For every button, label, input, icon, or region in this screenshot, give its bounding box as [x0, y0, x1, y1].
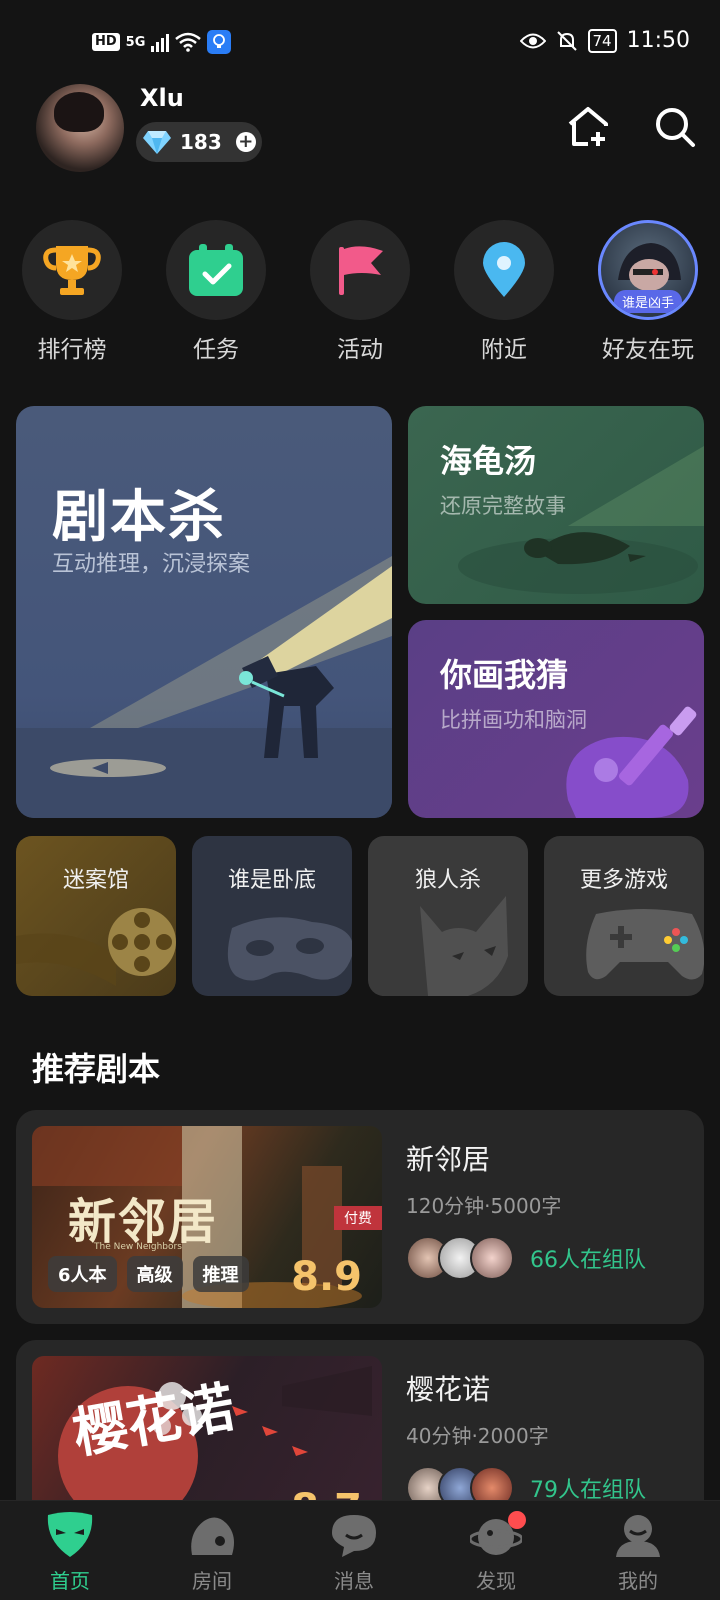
quick-entry-events[interactable]: 活动 — [310, 220, 410, 363]
game-card-werewolf[interactable]: 狼人杀 — [368, 836, 528, 996]
nav-discover[interactable]: 发现 — [446, 1511, 546, 1594]
nav-profile[interactable]: 我的 — [588, 1511, 688, 1594]
game-title: 海龟汤 — [440, 442, 537, 480]
game-subtitle: 还原完整故事 — [440, 494, 566, 518]
script-tag: 高级 — [126, 1256, 183, 1292]
task-calendar-icon — [189, 244, 243, 296]
game-label: 谁是卧底 — [227, 868, 316, 893]
quick-entry-friends-playing[interactable]: 谁是凶手 好友在玩 — [598, 220, 698, 363]
profile-icon — [612, 1511, 664, 1559]
quick-entry-label: 附近 — [481, 337, 527, 363]
bottom-nav: 首页 房间 消息 发现 我的 — [0, 1500, 720, 1600]
planet-icon — [468, 1511, 526, 1559]
script-card-new-neighbor[interactable]: 新邻居 The New Neighbors 付费 6人本 高级 推理 8.9 新… — [16, 1110, 704, 1324]
game-title: 你画我猜 — [440, 656, 569, 694]
nav-label: 房间 — [192, 1569, 232, 1593]
message-icon — [328, 1511, 380, 1559]
team-avatar — [470, 1236, 514, 1280]
nav-label: 我的 — [618, 1569, 658, 1593]
film-reel-icon — [16, 908, 176, 986]
status-left: HD 5G — [92, 30, 232, 54]
mask-home-icon — [44, 1511, 96, 1559]
nav-home[interactable]: 首页 — [20, 1511, 120, 1594]
bulb-icon — [207, 30, 232, 54]
game-card-more-games[interactable]: 更多游戏 — [544, 836, 704, 996]
notification-dot — [508, 1511, 526, 1529]
script-name: 樱花诺 — [406, 1373, 491, 1406]
network-indicator: 5G — [125, 34, 146, 50]
location-pin-icon — [483, 242, 525, 297]
game-card-turtle-soup[interactable]: 海龟汤 还原完整故事 — [408, 406, 704, 604]
gamepad-icon — [586, 909, 704, 980]
script-cover: 新邻居 The New Neighbors 付费 6人本 高级 推理 8.9 — [32, 1126, 382, 1308]
game-label: 狼人杀 — [414, 868, 481, 893]
game-title: 剧本杀 — [52, 485, 226, 550]
friend-game-badge: 谁是凶手 — [613, 290, 683, 313]
quick-entry-label: 活动 — [337, 337, 383, 363]
game-label: 迷案馆 — [62, 868, 129, 893]
script-name: 新邻居 — [406, 1143, 491, 1176]
mask-icon — [227, 917, 352, 981]
game-card-draw-guess[interactable]: 你画我猜 比拼画功和脑洞 — [408, 620, 704, 818]
room-icon — [186, 1511, 238, 1559]
diamond-balance[interactable]: 183 + — [136, 122, 262, 162]
section-title-recommend: 推荐剧本 — [32, 1050, 161, 1088]
nav-room[interactable]: 房间 — [162, 1511, 262, 1594]
team-count: 66人在组队 — [530, 1248, 646, 1273]
cover-subtitle: The New Neighbors — [94, 1242, 182, 1252]
game-card-script-murder[interactable]: 剧本杀 互动推理，沉浸探案 — [16, 406, 392, 818]
quick-entry-leaderboard[interactable]: 排行榜 — [22, 220, 122, 363]
quick-entry-label: 任务 — [193, 337, 239, 363]
battery-icon: 74 — [587, 28, 617, 53]
user-avatar[interactable] — [36, 84, 124, 172]
script-tag: 推理 — [192, 1256, 249, 1292]
home-add-icon[interactable] — [566, 104, 610, 148]
game-label: 更多游戏 — [579, 868, 668, 893]
status-right: 74 11:50 — [519, 28, 690, 53]
trophy-icon — [43, 246, 101, 295]
eye-icon — [519, 33, 546, 48]
quick-entry-nearby[interactable]: 附近 — [454, 220, 554, 363]
friend-avatar: 谁是凶手 — [598, 220, 698, 320]
game-card-undercover[interactable]: 谁是卧底 — [192, 836, 352, 996]
diamond-icon — [143, 131, 171, 154]
wifi-icon — [175, 32, 202, 52]
add-diamond-icon[interactable]: + — [235, 132, 256, 152]
paid-badge: 付费 — [334, 1206, 382, 1230]
game-card-mystery-hall[interactable]: 迷案馆 — [16, 836, 176, 996]
script-score: 8.9 — [291, 1254, 362, 1300]
game-subtitle: 比拼画功和脑洞 — [440, 708, 587, 732]
script-tag: 6人本 — [48, 1256, 117, 1292]
search-icon[interactable] — [654, 106, 696, 148]
quick-entry-label: 好友在玩 — [602, 337, 694, 363]
wolf-icon — [420, 896, 508, 996]
diamond-count: 183 — [180, 130, 222, 154]
script-meta: 40分钟·2000字 — [406, 1424, 549, 1448]
script-tags: 6人本 高级 推理 — [48, 1256, 249, 1292]
game-subtitle: 互动推理，沉浸探案 — [52, 552, 251, 577]
nav-label: 首页 — [50, 1569, 90, 1593]
flag-icon — [339, 246, 383, 295]
team-info[interactable]: 66人在组队 — [406, 1236, 646, 1280]
quick-entry-tasks[interactable]: 任务 — [166, 220, 266, 363]
quick-entry-label: 排行榜 — [37, 337, 107, 363]
nav-label: 发现 — [476, 1569, 516, 1593]
detective-illustration — [16, 556, 392, 818]
status-time: 11:50 — [626, 28, 690, 53]
status-bar: HD 5G 74 11:50 — [0, 0, 720, 86]
nav-label: 消息 — [334, 1569, 374, 1593]
script-meta: 120分钟·5000字 — [406, 1194, 562, 1218]
username[interactable]: Xlu — [140, 84, 184, 112]
hd-indicator: HD — [92, 33, 120, 51]
mute-bell-icon — [556, 30, 577, 51]
signal-icon — [151, 32, 170, 52]
nav-messages[interactable]: 消息 — [304, 1511, 404, 1594]
